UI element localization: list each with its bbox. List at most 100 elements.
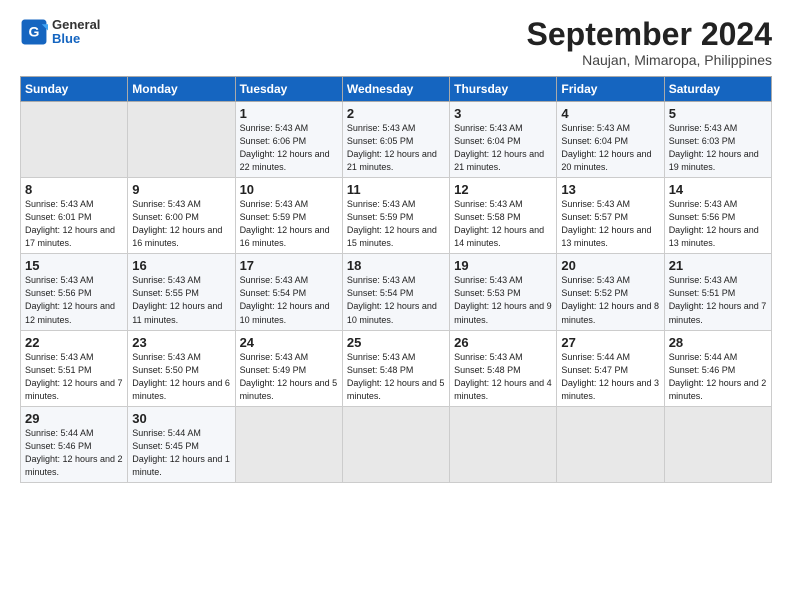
- calendar-cell: 30Sunrise: 5:44 AMSunset: 5:45 PMDayligh…: [128, 406, 235, 482]
- calendar-week-row: 1Sunrise: 5:43 AMSunset: 6:06 PMDaylight…: [21, 102, 772, 178]
- day-info: Sunrise: 5:44 AMSunset: 5:46 PMDaylight:…: [669, 351, 767, 403]
- day-info: Sunrise: 5:43 AMSunset: 6:00 PMDaylight:…: [132, 198, 230, 250]
- calendar-cell: 5Sunrise: 5:43 AMSunset: 6:03 PMDaylight…: [664, 102, 771, 178]
- day-info: Sunrise: 5:43 AMSunset: 5:54 PMDaylight:…: [240, 274, 338, 326]
- day-info: Sunrise: 5:43 AMSunset: 5:56 PMDaylight:…: [25, 274, 123, 326]
- weekday-header: Friday: [557, 77, 664, 102]
- calendar-week-row: 22Sunrise: 5:43 AMSunset: 5:51 PMDayligh…: [21, 330, 772, 406]
- day-number: 20: [561, 258, 659, 273]
- weekday-header: Thursday: [450, 77, 557, 102]
- weekday-header: Wednesday: [342, 77, 449, 102]
- day-number: 5: [669, 106, 767, 121]
- day-number: 30: [132, 411, 230, 426]
- logo-text: General Blue: [52, 18, 100, 47]
- calendar-cell: 2Sunrise: 5:43 AMSunset: 6:05 PMDaylight…: [342, 102, 449, 178]
- calendar-cell: 3Sunrise: 5:43 AMSunset: 6:04 PMDaylight…: [450, 102, 557, 178]
- calendar-cell: 13Sunrise: 5:43 AMSunset: 5:57 PMDayligh…: [557, 178, 664, 254]
- calendar-week-row: 29Sunrise: 5:44 AMSunset: 5:46 PMDayligh…: [21, 406, 772, 482]
- day-info: Sunrise: 5:43 AMSunset: 5:51 PMDaylight:…: [669, 274, 767, 326]
- calendar-cell: 18Sunrise: 5:43 AMSunset: 5:54 PMDayligh…: [342, 254, 449, 330]
- day-number: 3: [454, 106, 552, 121]
- calendar-cell: 21Sunrise: 5:43 AMSunset: 5:51 PMDayligh…: [664, 254, 771, 330]
- weekday-header: Tuesday: [235, 77, 342, 102]
- logo-icon: G: [20, 18, 48, 46]
- calendar-cell: 28Sunrise: 5:44 AMSunset: 5:46 PMDayligh…: [664, 330, 771, 406]
- day-number: 19: [454, 258, 552, 273]
- day-number: 16: [132, 258, 230, 273]
- calendar-cell: 25Sunrise: 5:43 AMSunset: 5:48 PMDayligh…: [342, 330, 449, 406]
- day-info: Sunrise: 5:43 AMSunset: 5:48 PMDaylight:…: [347, 351, 445, 403]
- day-info: Sunrise: 5:43 AMSunset: 5:49 PMDaylight:…: [240, 351, 338, 403]
- day-number: 17: [240, 258, 338, 273]
- day-number: 25: [347, 335, 445, 350]
- calendar-cell: 1Sunrise: 5:43 AMSunset: 6:06 PMDaylight…: [235, 102, 342, 178]
- day-number: 15: [25, 258, 123, 273]
- day-number: 2: [347, 106, 445, 121]
- day-number: 1: [240, 106, 338, 121]
- page: G General Blue September 2024 Naujan, Mi…: [0, 0, 792, 493]
- calendar-cell: 11Sunrise: 5:43 AMSunset: 5:59 PMDayligh…: [342, 178, 449, 254]
- day-info: Sunrise: 5:43 AMSunset: 5:48 PMDaylight:…: [454, 351, 552, 403]
- calendar-cell: 20Sunrise: 5:43 AMSunset: 5:52 PMDayligh…: [557, 254, 664, 330]
- header-row: SundayMondayTuesdayWednesdayThursdayFrid…: [21, 77, 772, 102]
- calendar-cell: 9Sunrise: 5:43 AMSunset: 6:00 PMDaylight…: [128, 178, 235, 254]
- calendar-cell: 27Sunrise: 5:44 AMSunset: 5:47 PMDayligh…: [557, 330, 664, 406]
- calendar-cell: 8Sunrise: 5:43 AMSunset: 6:01 PMDaylight…: [21, 178, 128, 254]
- calendar-cell: [21, 102, 128, 178]
- calendar-cell: [128, 102, 235, 178]
- calendar-table: SundayMondayTuesdayWednesdayThursdayFrid…: [20, 76, 772, 483]
- day-number: 11: [347, 182, 445, 197]
- weekday-header: Monday: [128, 77, 235, 102]
- day-number: 26: [454, 335, 552, 350]
- day-number: 21: [669, 258, 767, 273]
- day-info: Sunrise: 5:44 AMSunset: 5:46 PMDaylight:…: [25, 427, 123, 479]
- calendar-cell: [342, 406, 449, 482]
- calendar-cell: 23Sunrise: 5:43 AMSunset: 5:50 PMDayligh…: [128, 330, 235, 406]
- day-info: Sunrise: 5:43 AMSunset: 5:52 PMDaylight:…: [561, 274, 659, 326]
- day-info: Sunrise: 5:43 AMSunset: 5:57 PMDaylight:…: [561, 198, 659, 250]
- day-info: Sunrise: 5:43 AMSunset: 6:05 PMDaylight:…: [347, 122, 445, 174]
- day-number: 23: [132, 335, 230, 350]
- calendar-cell: 14Sunrise: 5:43 AMSunset: 5:56 PMDayligh…: [664, 178, 771, 254]
- day-number: 4: [561, 106, 659, 121]
- calendar-cell: 17Sunrise: 5:43 AMSunset: 5:54 PMDayligh…: [235, 254, 342, 330]
- day-info: Sunrise: 5:43 AMSunset: 6:03 PMDaylight:…: [669, 122, 767, 174]
- calendar-cell: 19Sunrise: 5:43 AMSunset: 5:53 PMDayligh…: [450, 254, 557, 330]
- day-number: 14: [669, 182, 767, 197]
- day-info: Sunrise: 5:44 AMSunset: 5:47 PMDaylight:…: [561, 351, 659, 403]
- calendar-week-row: 8Sunrise: 5:43 AMSunset: 6:01 PMDaylight…: [21, 178, 772, 254]
- calendar-cell: [235, 406, 342, 482]
- day-info: Sunrise: 5:43 AMSunset: 5:54 PMDaylight:…: [347, 274, 445, 326]
- logo: G General Blue: [20, 18, 100, 47]
- weekday-header: Saturday: [664, 77, 771, 102]
- day-number: 29: [25, 411, 123, 426]
- day-number: 12: [454, 182, 552, 197]
- calendar-cell: 29Sunrise: 5:44 AMSunset: 5:46 PMDayligh…: [21, 406, 128, 482]
- calendar-cell: [557, 406, 664, 482]
- day-number: 8: [25, 182, 123, 197]
- day-number: 18: [347, 258, 445, 273]
- day-info: Sunrise: 5:43 AMSunset: 6:06 PMDaylight:…: [240, 122, 338, 174]
- logo-line2: Blue: [52, 32, 100, 46]
- svg-text:G: G: [29, 24, 40, 40]
- day-number: 9: [132, 182, 230, 197]
- day-info: Sunrise: 5:43 AMSunset: 6:01 PMDaylight:…: [25, 198, 123, 250]
- calendar-cell: 22Sunrise: 5:43 AMSunset: 5:51 PMDayligh…: [21, 330, 128, 406]
- weekday-header: Sunday: [21, 77, 128, 102]
- location: Naujan, Mimaropa, Philippines: [527, 52, 772, 68]
- month-title: September 2024: [527, 18, 772, 50]
- day-info: Sunrise: 5:43 AMSunset: 5:51 PMDaylight:…: [25, 351, 123, 403]
- day-info: Sunrise: 5:43 AMSunset: 5:55 PMDaylight:…: [132, 274, 230, 326]
- day-info: Sunrise: 5:44 AMSunset: 5:45 PMDaylight:…: [132, 427, 230, 479]
- day-number: 27: [561, 335, 659, 350]
- day-info: Sunrise: 5:43 AMSunset: 6:04 PMDaylight:…: [454, 122, 552, 174]
- calendar-cell: [664, 406, 771, 482]
- calendar-cell: 15Sunrise: 5:43 AMSunset: 5:56 PMDayligh…: [21, 254, 128, 330]
- day-number: 22: [25, 335, 123, 350]
- day-info: Sunrise: 5:43 AMSunset: 5:59 PMDaylight:…: [240, 198, 338, 250]
- calendar-cell: 10Sunrise: 5:43 AMSunset: 5:59 PMDayligh…: [235, 178, 342, 254]
- calendar-cell: [450, 406, 557, 482]
- logo-line1: General: [52, 18, 100, 32]
- day-number: 10: [240, 182, 338, 197]
- day-info: Sunrise: 5:43 AMSunset: 5:53 PMDaylight:…: [454, 274, 552, 326]
